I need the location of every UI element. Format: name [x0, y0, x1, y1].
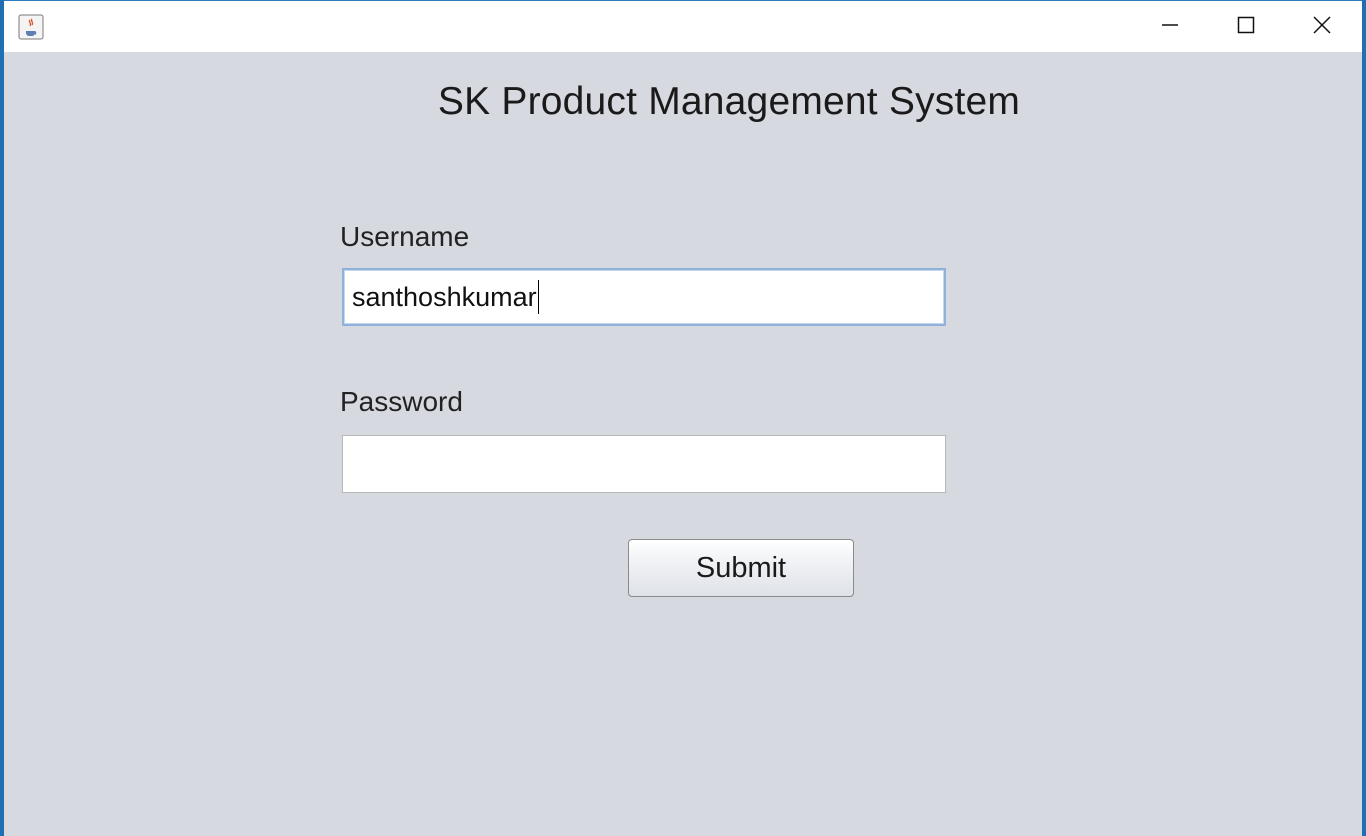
window-titlebar[interactable]	[4, 0, 1362, 52]
username-value: santhoshkumar	[352, 281, 537, 312]
username-label: Username	[340, 221, 470, 252]
close-icon	[1313, 15, 1331, 39]
submit-button[interactable]: Submit	[628, 539, 854, 597]
app-window: SK Product Management System Username sa…	[4, 0, 1362, 836]
minimize-button[interactable]	[1132, 1, 1208, 53]
password-field[interactable]	[342, 435, 946, 493]
maximize-icon	[1237, 16, 1255, 39]
java-cup-icon[interactable]	[18, 14, 44, 40]
maximize-button[interactable]	[1208, 1, 1284, 53]
password-label: Password	[340, 386, 463, 417]
username-field[interactable]: santhoshkumar	[342, 268, 946, 326]
text-caret	[537, 280, 539, 314]
minimize-icon	[1161, 16, 1179, 39]
page-title: SK Product Management System	[437, 80, 1021, 123]
close-button[interactable]	[1284, 1, 1360, 53]
